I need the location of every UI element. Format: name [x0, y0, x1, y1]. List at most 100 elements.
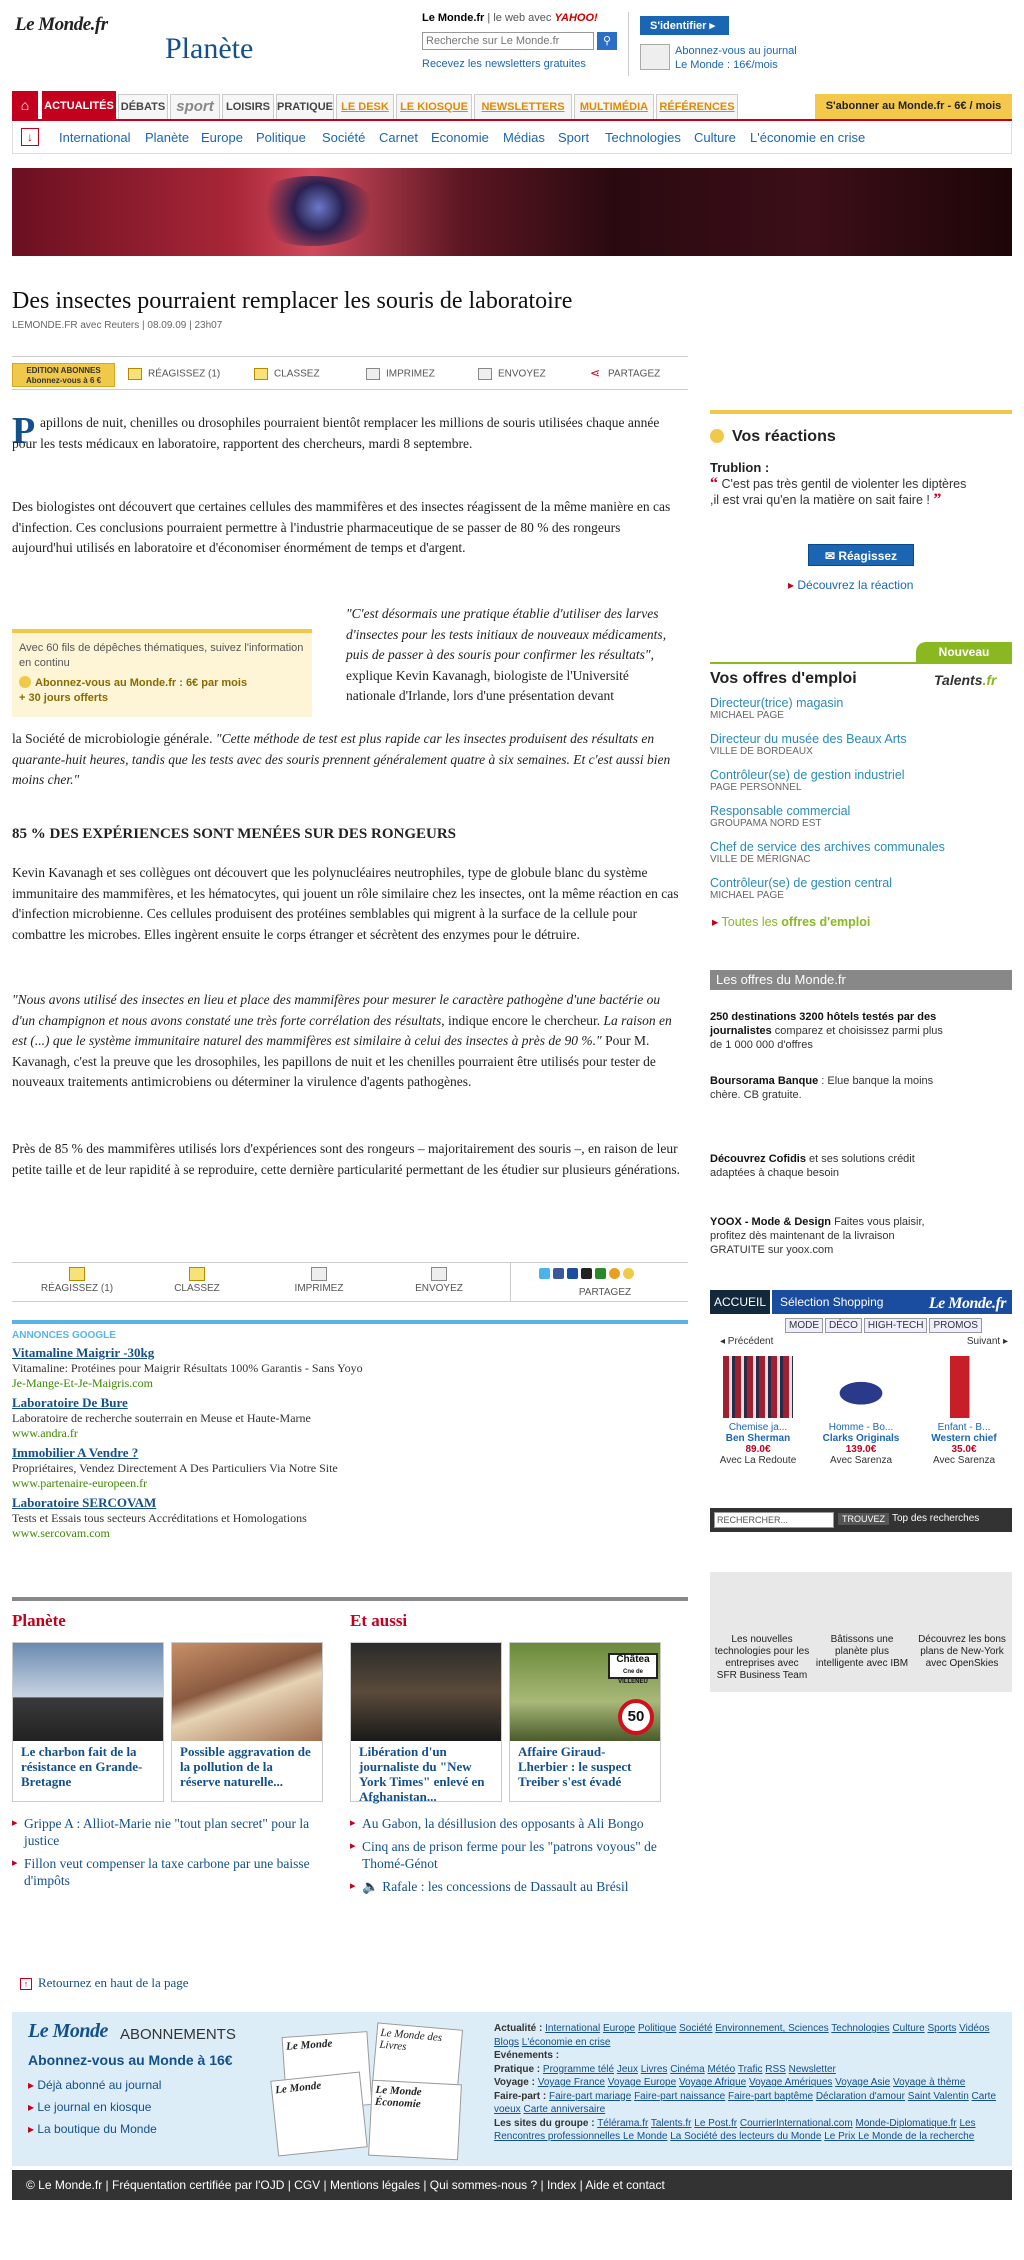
react-tool[interactable]: Réagissez (1)	[128, 368, 220, 380]
search-scope-web[interactable]: le web avec	[493, 12, 551, 24]
login-button[interactable]: S'identifier ▸	[640, 16, 729, 35]
shop-prev[interactable]: ◂ Précédent	[720, 1336, 773, 1347]
footer-link[interactable]: Déclaration d'amour	[816, 2091, 905, 2102]
classify-tool[interactable]: Classez	[254, 368, 320, 380]
more-share-icon[interactable]	[623, 1268, 634, 1279]
ad-item[interactable]: Immobilier A Vendre ? Propriétaires, Vend…	[12, 1445, 688, 1491]
shop-tab-selection[interactable]: Sélection Shopping Le Monde.fr	[772, 1290, 1012, 1314]
footer-link[interactable]: Culture	[892, 2023, 924, 2034]
ad-item[interactable]: Laboratoire De Bure Laboratoire de recher…	[12, 1395, 688, 1441]
job-item[interactable]: Directeur(trice) magasin MICHAEL PAGE	[710, 696, 1012, 732]
footer-abon-link[interactable]: Déjà abonné au journal	[28, 2074, 161, 2096]
footer-link[interactable]: Voyage Europe	[608, 2077, 676, 2088]
shop-cat-deco[interactable]: DÉCO	[825, 1318, 862, 1333]
footer-link[interactable]: Talents.fr	[651, 2118, 692, 2129]
nav-multimedia[interactable]: MULTIMÉDIA	[574, 94, 654, 119]
job-item[interactable]: Contrôleur(se) de gestion industriel PAGE…	[710, 768, 1012, 804]
partner-promo[interactable]: Bâtissons une planète plus intelligente …	[814, 1634, 910, 1670]
footer-link[interactable]: Faire-part naissance	[634, 2091, 725, 2102]
footer-link[interactable]: Livres	[641, 2064, 668, 2075]
footer-link[interactable]: Météo	[707, 2064, 735, 2075]
home-icon[interactable]: ⌂	[12, 91, 38, 119]
shop-next[interactable]: Suivant ▸	[967, 1336, 1008, 1347]
search-scope-site[interactable]: Le Monde.fr	[422, 12, 484, 24]
footer-link[interactable]: Environnement, Sciences	[715, 2023, 828, 2034]
footer-abon-price[interactable]: Abonnez-vous au Monde à 16€	[28, 2052, 233, 2068]
nav-pratique[interactable]: PRATIQUE	[276, 94, 334, 119]
subscribe-nav-button[interactable]: S'abonner au Monde.fr - 6€ / mois	[815, 94, 1012, 119]
shop-search-input[interactable]: RECHERCHER...	[714, 1512, 834, 1528]
offer-item[interactable]: Boursorama Banque : Elue banque la moins…	[710, 1074, 950, 1102]
classify-tool-bottom[interactable]: CLASSEZ	[152, 1267, 242, 1294]
footer-link[interactable]: International	[545, 2023, 600, 2034]
nav-loisirs[interactable]: LOISIRS	[222, 94, 274, 119]
print-tool-bottom[interactable]: IMPRIMEZ	[274, 1267, 364, 1294]
subnav-carnet[interactable]: Carnet	[379, 130, 418, 145]
nav-newsletters[interactable]: NEWSLETTERS	[474, 94, 572, 119]
shop-cat-hightech[interactable]: HIGH-TECH	[863, 1318, 928, 1333]
all-jobs-link[interactable]: Toutes les offres d'emploi	[712, 914, 871, 929]
nav-sport[interactable]: sport	[170, 94, 220, 119]
rss-icon[interactable]	[609, 1268, 620, 1279]
footer-link[interactable]: Faire-part baptême	[728, 2091, 813, 2102]
footer-link[interactable]: Voyage à thème	[893, 2077, 965, 2088]
related-card[interactable]: Possible aggravation de la pollution de …	[171, 1642, 323, 1802]
nav-debats[interactable]: DÉBATS	[118, 94, 168, 119]
subscribe-promo-box[interactable]: Avec 60 fils de dépêches thématiques, su…	[12, 629, 312, 717]
footer-bar[interactable]: © Le Monde.fr | Fréquentation certifiée …	[12, 2170, 1012, 2200]
footer-link[interactable]: Voyage Asie	[835, 2077, 890, 2088]
share-tool-bottom[interactable]: PARTAGEZ	[560, 1287, 650, 1298]
footer-link[interactable]: CourrierInternational.com	[740, 2118, 853, 2129]
search-input[interactable]	[422, 32, 594, 50]
masthead-logo[interactable]: Le Monde.fr	[15, 14, 108, 36]
react-tool-bottom[interactable]: RÉAGISSEZ (1)	[32, 1267, 122, 1294]
subnav-societe[interactable]: Société	[322, 130, 365, 145]
footer-link[interactable]: Le Post.fr	[694, 2118, 737, 2129]
promo-cta[interactable]: Abonnez-vous au Monde.fr : 6€ par mois	[35, 677, 247, 689]
nav-actualites[interactable]: ACTUALITÉS	[42, 91, 116, 119]
job-item[interactable]: Directeur du musée des Beaux Arts VILLE D…	[710, 732, 1012, 768]
offer-item[interactable]: YOOX - Mode & Design Faites vous plaisir…	[710, 1215, 950, 1257]
footer-link[interactable]: Voyage Afrique	[679, 2077, 746, 2088]
ad-item[interactable]: Vitamaline Maigrir -30kg Vitamaline: Prot…	[12, 1345, 688, 1391]
play-icon[interactable]	[595, 1268, 606, 1279]
footer-link[interactable]: Cinéma	[670, 2064, 704, 2075]
footer-link[interactable]: Carte anniversaire	[523, 2104, 605, 2115]
related-card[interactable]: Châtea Cne de VILLENEU 50 Affaire Giraud-…	[509, 1642, 661, 1802]
footer-link[interactable]: Sports	[927, 2023, 956, 2034]
footer-link[interactable]: La Société des lecteurs du Monde	[670, 2131, 821, 2142]
footer-link[interactable]: Voyage France	[538, 2077, 605, 2088]
job-item[interactable]: Chef de service des archives communales V…	[710, 840, 1012, 876]
shop-cat-promos[interactable]: PROMOS	[929, 1318, 982, 1333]
related-link[interactable]: Au Gabon, la désillusion des opposants à…	[350, 1815, 680, 1832]
shop-cat-mode[interactable]: MODE	[785, 1318, 823, 1333]
subnav-culture[interactable]: Culture	[694, 130, 736, 145]
footer-link[interactable]: Trafic	[738, 2064, 763, 2075]
discover-reaction-link[interactable]: Découvrez la réaction	[788, 578, 913, 592]
subnav-economie-en-crise[interactable]: L'économie en crise	[750, 130, 865, 145]
subnav-medias[interactable]: Médias	[503, 130, 545, 145]
share-tool[interactable]: ⋖ Partagez	[588, 367, 660, 380]
subscribe-journal-link[interactable]: Abonnez-vous au journal Le Monde : 16€/m…	[675, 44, 797, 72]
footer-link[interactable]: L'économie en crise	[522, 2037, 611, 2048]
footer-link[interactable]: Programme télé	[543, 2064, 614, 2075]
nav-le-desk[interactable]: LE DESK	[336, 94, 394, 119]
react-button[interactable]: ✉ Réagissez	[808, 544, 914, 566]
subnav-politique[interactable]: Politique	[256, 130, 306, 145]
send-tool[interactable]: Envoyez	[478, 368, 546, 380]
search-button[interactable]: ⚲	[597, 32, 617, 50]
footer-link[interactable]: Monde-Diplomatique.fr	[855, 2118, 956, 2129]
offer-item[interactable]: 250 destinations 3200 hôtels testés par …	[710, 1010, 950, 1052]
partner-promo[interactable]: Les nouvelles technologies pour les entr…	[714, 1634, 810, 1682]
footer-link[interactable]: Société	[679, 2023, 712, 2034]
back-to-top-link[interactable]: ↑ Retournez en haut de la page	[20, 1975, 189, 1991]
ad-item[interactable]: Laboratoire SERCOVAM Tests et Essais tous…	[12, 1495, 688, 1541]
footer-abon-link[interactable]: La boutique du Monde	[28, 2118, 161, 2140]
footer-link[interactable]: Voyage Amériques	[749, 2077, 832, 2088]
print-tool[interactable]: Imprimez	[366, 368, 435, 380]
subnav-economie[interactable]: Economie	[431, 130, 489, 145]
related-card[interactable]: Libération d'un journaliste du "New York…	[350, 1642, 502, 1804]
related-planete-heading[interactable]: Planète	[12, 1611, 66, 1631]
footer-link[interactable]: Jeux	[617, 2064, 638, 2075]
footer-link[interactable]: Saint Valentin	[908, 2091, 969, 2102]
